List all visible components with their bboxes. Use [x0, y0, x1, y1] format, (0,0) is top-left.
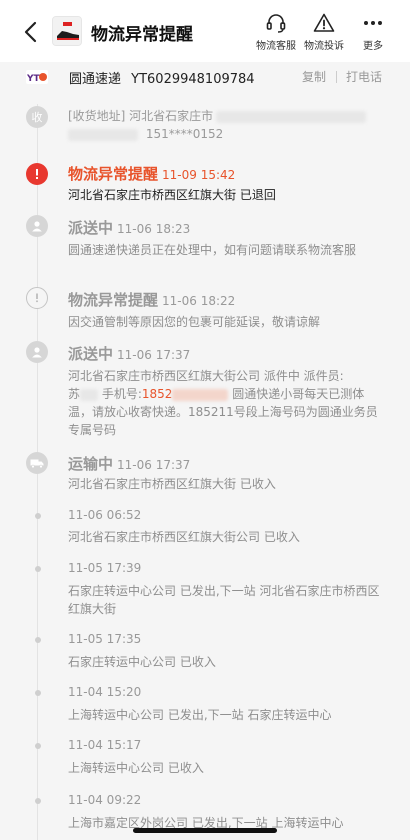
event-status: 物流异常提醒: [68, 291, 159, 309]
event-text: 上海转运中心公司 已发出,下一站 石家庄转运中心: [68, 708, 332, 722]
event-text: 上海转运中心公司 已收入: [68, 761, 204, 775]
event-text: 河北省石家庄市桥西区红旗大街 已收入: [68, 477, 276, 491]
logistics-complaint-button[interactable]: 物流投诉: [299, 12, 349, 52]
redacted-address: [216, 110, 367, 123]
redacted-name: [68, 128, 138, 141]
exclamation-icon: [36, 169, 38, 179]
event-text-line1: 河北省石家庄市桥西区红旗大街公司 派件中 派件员:: [68, 369, 344, 383]
timeline-dot: [35, 798, 41, 804]
timeline-dot: [35, 743, 41, 749]
event-time: 11-04 09:22: [68, 793, 142, 807]
svg-text:YT: YT: [26, 74, 41, 84]
event-text: 河北省石家庄市桥西区红旗大街公司 已收入: [68, 530, 300, 544]
courier-node-icon: [26, 215, 48, 237]
timeline-dot: [35, 566, 41, 572]
timeline-dot: [35, 513, 41, 519]
copy-button[interactable]: 复制: [302, 68, 326, 85]
courier-phone-link[interactable]: 1852: [142, 387, 173, 401]
truck-icon: [30, 459, 44, 469]
chevron-left-icon: [24, 21, 37, 43]
event-text: 河北省石家庄市桥西区红旗大街公司 派件中 派件员: 苏 手机号:1852 圆通快…: [68, 367, 388, 439]
receive-address-line1: [收货地址] 河北省石家庄市: [68, 109, 214, 123]
event-text: 圆通速递快递员正在处理中，如有问题请联系物流客服: [68, 243, 357, 257]
event-time: 11-06 17:37: [117, 348, 191, 362]
event-time: 11-06 17:37: [117, 458, 191, 472]
exclamation-icon: [36, 293, 38, 303]
logistics-complaint-label: 物流投诉: [304, 41, 344, 52]
event-status: 物流异常提醒: [68, 165, 159, 183]
logistics-service-label: 物流客服: [256, 41, 296, 52]
event-time: 11-06 06:52: [68, 508, 142, 522]
event-text: 因交通管制等原因您的包裹可能延误，敬请谅解: [68, 315, 321, 329]
event-time: 11-06 18:23: [117, 222, 191, 236]
product-thumbnail[interactable]: [52, 16, 82, 46]
truck-node-icon: [26, 452, 48, 474]
yto-logo: YT: [26, 70, 48, 84]
carrier-name-and-tracking: 圆通速递 YT6029948109784: [69, 68, 255, 87]
headset-icon: [266, 14, 286, 33]
person-icon: [32, 347, 42, 358]
event-time: 11-04 15:20: [68, 685, 142, 699]
tracking-number: YT6029948109784: [131, 72, 255, 87]
carrier-name: 圆通速递: [69, 72, 122, 87]
event-time: 11-06 18:22: [162, 294, 236, 308]
courier-node-icon: [26, 341, 48, 363]
event-time: 11-09 15:42: [162, 168, 236, 182]
redacted-phone: [172, 388, 229, 401]
event-time: 11-04 15:17: [68, 738, 142, 752]
receive-address: [收货地址] 河北省石家庄市 151****0152: [68, 107, 388, 143]
call-button[interactable]: 打电话: [346, 68, 382, 85]
divider: [336, 71, 337, 83]
phone-label: 手机号:: [98, 387, 142, 401]
event-status: 运输中: [68, 455, 114, 473]
event-status: 派送中: [68, 219, 114, 237]
event-title: 物流异常提醒 11-09 15:42: [68, 163, 235, 184]
home-indicator[interactable]: [133, 828, 277, 833]
timeline: 收 [收货地址] 河北省石家庄市 151****0152 物流异常提醒 11-09…: [0, 92, 410, 840]
event-status: 派送中: [68, 345, 114, 363]
alert-node-icon: [26, 163, 48, 185]
carrier-bar: YT 圆通速递 YT6029948109784 复制 打电话: [0, 62, 410, 92]
notice-node-icon: [26, 287, 48, 309]
page-title: 物流异常提醒: [91, 25, 193, 45]
redacted-courier-name: [80, 388, 99, 401]
timeline-dot: [35, 637, 41, 643]
top-nav: 物流异常提醒 物流客服 物流投诉 更多: [0, 0, 410, 62]
event-title: 派送中 11-06 18:23: [68, 217, 190, 238]
event-title: 运输中 11-06 17:37: [68, 453, 190, 474]
person-icon: [32, 221, 42, 232]
timeline-dot: [35, 690, 41, 696]
back-button[interactable]: [16, 18, 44, 46]
event-text: 石家庄转运中心公司 已发出,下一站 河北省石家庄市桥西区红旗大街: [68, 584, 380, 616]
receive-phone: 151****0152: [145, 127, 224, 141]
shoe-image: [53, 17, 81, 45]
event-time: 11-05 17:39: [68, 561, 142, 575]
more-icon: [364, 21, 382, 25]
yto-logo-mark: YT: [26, 73, 47, 84]
event-text: 河北省石家庄市桥西区红旗大街 已退回: [68, 188, 276, 202]
more-label: 更多: [363, 41, 383, 52]
event-title: 物流异常提醒 11-06 18:22: [68, 289, 235, 310]
warning-icon: [313, 13, 335, 32]
more-button[interactable]: 更多: [348, 12, 398, 52]
receive-node-label: 收: [31, 111, 43, 124]
event-title: 派送中 11-06 17:37: [68, 343, 190, 364]
logistics-service-button[interactable]: 物流客服: [251, 12, 301, 52]
receive-node: 收: [26, 106, 48, 128]
event-time: 11-05 17:35: [68, 632, 142, 646]
event-text: 石家庄转运中心公司 已收入: [68, 655, 216, 669]
courier-name-part: 苏: [68, 387, 81, 401]
